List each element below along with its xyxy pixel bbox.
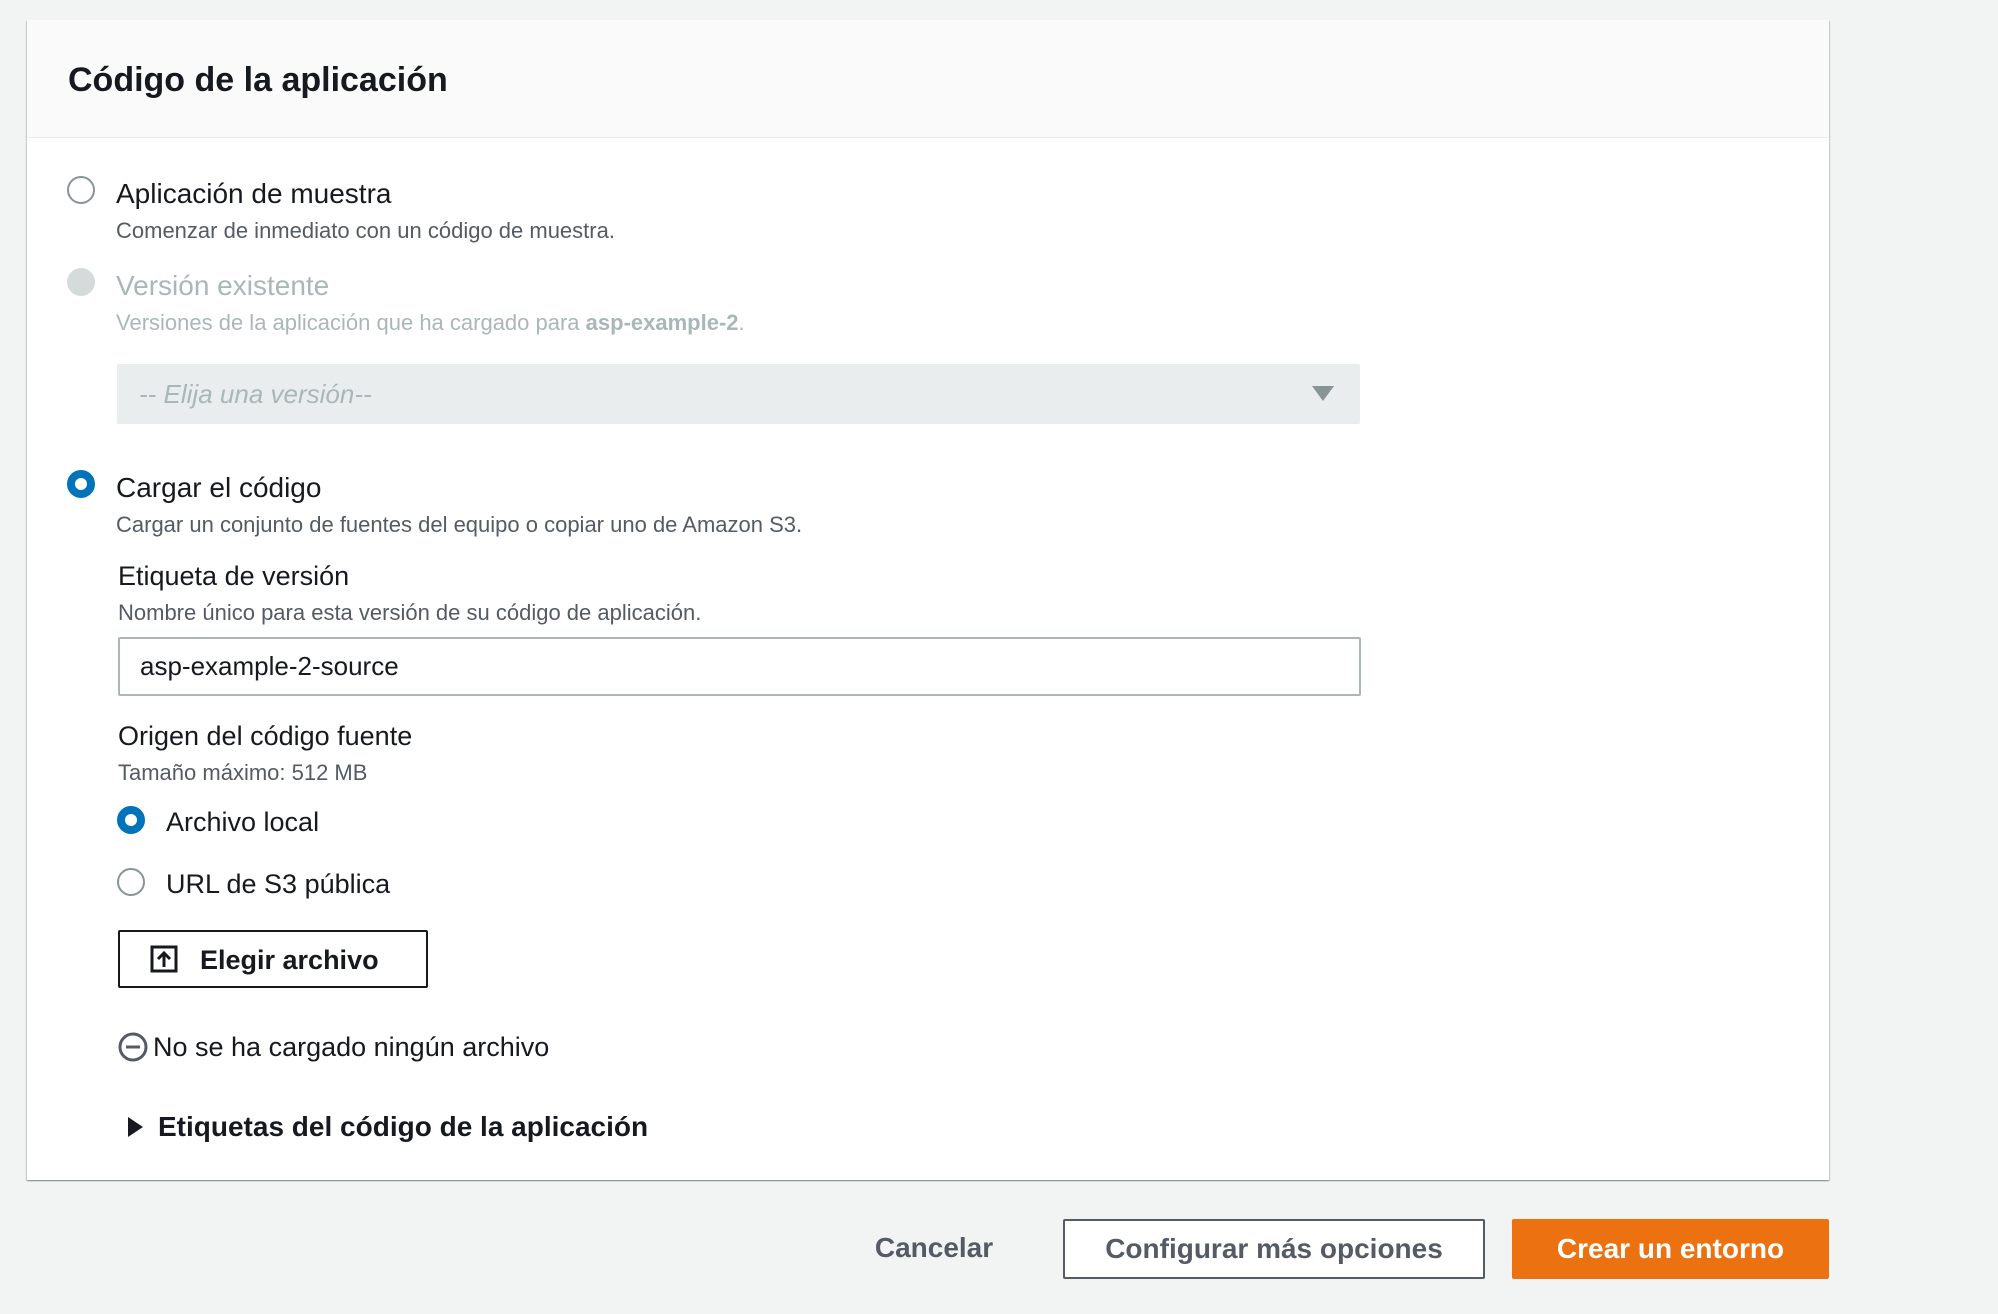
existing-version-description-prefix: Versiones de la aplicación que ha cargad… <box>116 310 586 335</box>
configure-more-options-button[interactable]: Configurar más opciones <box>1063 1219 1485 1279</box>
cancel-button[interactable]: Cancelar <box>852 1218 1016 1278</box>
public-s3-url-label[interactable]: URL de S3 pública <box>166 868 390 900</box>
caret-down-icon <box>1312 386 1334 401</box>
choose-file-label: Elegir archivo <box>200 945 379 975</box>
version-label-heading: Etiqueta de versión <box>118 561 350 591</box>
choose-file-button[interactable]: Elegir archivo <box>118 930 428 988</box>
version-select: -- Elija una versión-- <box>117 364 1360 424</box>
application-code-panel: Código de la aplicación Aplicación de mu… <box>27 20 1829 1180</box>
existing-version-description-suffix: . <box>738 310 745 335</box>
radio-upload-code[interactable] <box>67 470 95 498</box>
upload-code-description: Cargar un conjunto de fuentes del equipo… <box>116 512 803 537</box>
sample-application-description: Comenzar de inmediato con un código de m… <box>116 218 615 243</box>
existing-version-app-name: asp-example-2 <box>585 310 739 335</box>
upload-code-label[interactable]: Cargar el código <box>116 471 321 505</box>
existing-version-label: Versión existente <box>116 270 330 301</box>
version-select-placeholder: -- Elija una versión-- <box>139 379 372 409</box>
upload-status-text: No se ha cargado ningún archivo <box>153 1032 550 1062</box>
source-origin-description: Tamaño máximo: 512 MB <box>118 760 368 785</box>
section-title: Código de la aplicación <box>68 61 448 99</box>
sample-application-label[interactable]: Aplicación de muestra <box>116 177 391 211</box>
upload-icon <box>150 945 178 973</box>
panel-header: Código de la aplicación <box>27 20 1829 138</box>
radio-local-file[interactable] <box>117 806 145 834</box>
caret-right-icon <box>128 1117 143 1137</box>
version-label-description: Nombre único para esta versión de su cód… <box>118 600 702 625</box>
version-label-input[interactable] <box>118 637 1361 696</box>
minus-circle-icon <box>118 1032 148 1062</box>
radio-existing-version <box>67 268 95 296</box>
application-code-tags-label: Etiquetas del código de la aplicación <box>158 1111 649 1142</box>
existing-version-description: Versiones de la aplicación que ha cargad… <box>116 310 745 336</box>
create-environment-button[interactable]: Crear un entorno <box>1512 1219 1829 1279</box>
local-file-label[interactable]: Archivo local <box>166 806 319 838</box>
source-origin-heading: Origen del código fuente <box>118 721 413 751</box>
radio-public-s3-url[interactable] <box>117 868 145 896</box>
radio-sample-application[interactable] <box>67 176 95 204</box>
